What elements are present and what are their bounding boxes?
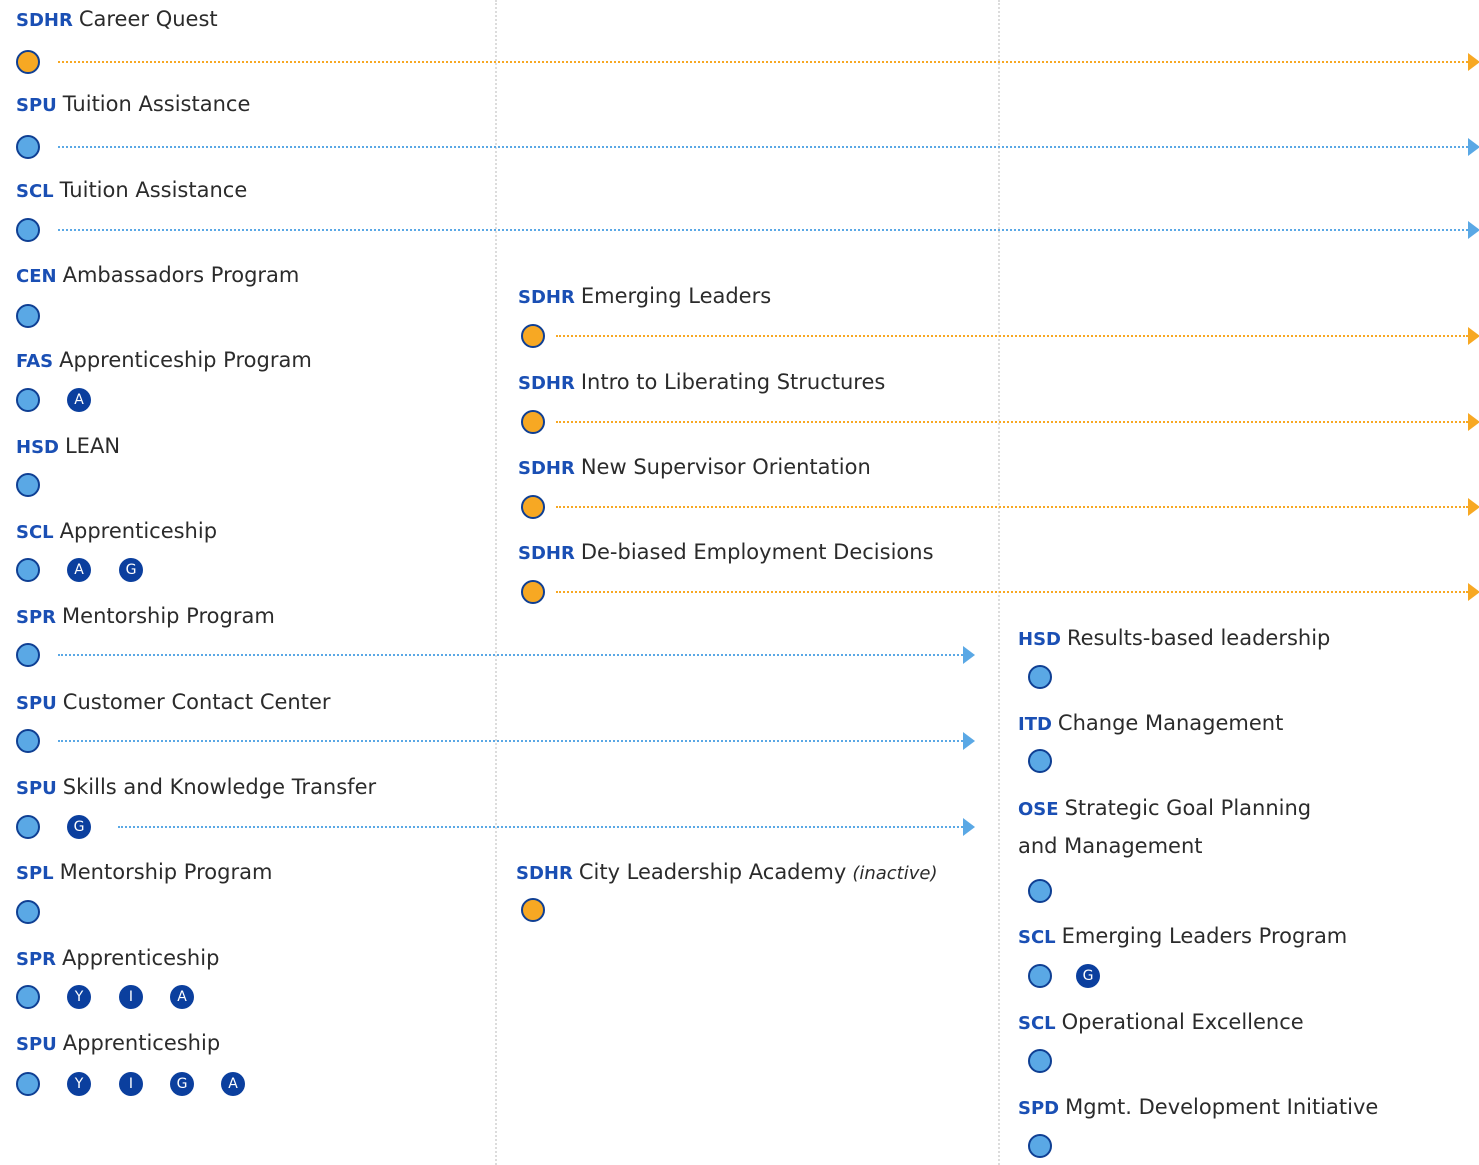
program-dot — [1028, 665, 1052, 689]
program-name: City Leadership Academy — [578, 860, 847, 884]
continuing-arrow — [118, 818, 975, 836]
dept-code: SPD — [1018, 1098, 1060, 1119]
dept-code: SPU — [16, 1034, 57, 1055]
program-name: Mgmt. Development Initiative — [1065, 1095, 1379, 1119]
program-dot — [1028, 879, 1052, 903]
program-name: Customer Contact Center — [62, 690, 331, 714]
program-name: De-biased Employment Decisions — [580, 540, 934, 564]
badge-icon: G — [170, 1072, 194, 1096]
program-name: Apprenticeship — [59, 519, 218, 543]
dept-code: SPR — [16, 949, 57, 970]
program-name: Mentorship Program — [62, 604, 275, 628]
continuing-arrow — [556, 327, 1479, 345]
badge-icon: I — [119, 1072, 143, 1096]
program-name: Apprenticeship — [62, 1031, 221, 1055]
dept-code: CEN — [16, 266, 57, 287]
badge-icon: Y — [67, 985, 91, 1009]
continuing-arrow — [556, 413, 1479, 431]
program-name: New Supervisor Orientation — [580, 455, 871, 479]
continuing-arrow — [58, 646, 975, 664]
program-name: Strategic Goal Planning — [1064, 796, 1312, 820]
dept-code: HSD — [16, 437, 59, 458]
program-dot — [16, 218, 40, 242]
program-name: Emerging Leaders — [580, 284, 772, 308]
dept-code: SDHR — [518, 373, 575, 394]
program-name: Career Quest — [78, 7, 218, 31]
program-name: Tuition Assistance — [59, 178, 248, 202]
program-dot — [16, 729, 40, 753]
program-dot — [16, 1072, 40, 1096]
dept-code: SCL — [1018, 1013, 1056, 1034]
dept-code: SPU — [16, 95, 57, 116]
dept-code: OSE — [1018, 799, 1059, 820]
program-name: Change Management — [1057, 711, 1284, 735]
program-dot — [1028, 1134, 1052, 1158]
continuing-arrow — [58, 732, 975, 750]
program-name: LEAN — [64, 434, 121, 458]
dept-code: SDHR — [516, 863, 573, 884]
program-dot — [16, 388, 40, 412]
dept-code: SDHR — [518, 287, 575, 308]
dept-code: SPU — [16, 778, 57, 799]
dept-code: HSD — [1018, 629, 1061, 650]
continuing-arrow — [58, 138, 1479, 156]
badge-icon: A — [170, 985, 194, 1009]
dept-code: SPR — [16, 607, 57, 628]
program-name: Results-based leadership — [1066, 626, 1331, 650]
badge-icon: A — [221, 1072, 245, 1096]
program-dot — [16, 50, 40, 74]
program-name: Emerging Leaders Program — [1061, 924, 1348, 948]
program-name: Tuition Assistance — [62, 92, 251, 116]
program-dot — [521, 495, 545, 519]
dept-code: SPU — [16, 693, 57, 714]
dept-code: SPL — [16, 863, 54, 884]
badge-icon: I — [119, 985, 143, 1009]
program-name: Apprenticeship Program — [59, 348, 312, 372]
dept-code: SCL — [1018, 927, 1056, 948]
program-dot — [16, 473, 40, 497]
program-dot — [1028, 964, 1052, 988]
dept-code: SDHR — [518, 458, 575, 479]
dept-code: SDHR — [518, 543, 575, 564]
program-name-line2: and Management — [1018, 834, 1203, 858]
dept-code: ITD — [1018, 714, 1052, 735]
program-dot — [16, 815, 40, 839]
inactive-note: (inactive) — [852, 863, 938, 884]
badge-icon: G — [1076, 964, 1100, 988]
program-name: Operational Excellence — [1061, 1010, 1304, 1034]
program-name: Mentorship Program — [59, 860, 273, 884]
continuing-arrow — [58, 221, 1479, 239]
badge-icon: G — [119, 558, 143, 582]
column-divider-2 — [998, 0, 1000, 1165]
program-dot — [521, 898, 545, 922]
program-dot — [16, 900, 40, 924]
program-name: Intro to Liberating Structures — [580, 370, 886, 394]
dept-code: FAS — [16, 351, 54, 372]
program-dot — [16, 304, 40, 328]
badge-icon: Y — [67, 1072, 91, 1096]
dept-code: SCL — [16, 522, 54, 543]
program-name: Apprenticeship — [62, 946, 220, 970]
continuing-arrow — [556, 498, 1479, 516]
program-dot — [521, 410, 545, 434]
dept-code: SDHR — [16, 10, 73, 31]
program-dot — [1028, 1049, 1052, 1073]
program-dot — [1028, 749, 1052, 773]
continuing-arrow — [556, 583, 1479, 601]
program-dot — [16, 985, 40, 1009]
program-name: Skills and Knowledge Transfer — [62, 775, 377, 799]
program-name: Ambassadors Program — [62, 263, 300, 287]
badge-icon: A — [67, 558, 91, 582]
program-dot — [521, 580, 545, 604]
program-dot — [16, 135, 40, 159]
program-dot — [16, 558, 40, 582]
column-divider-1 — [495, 0, 497, 1165]
dept-code: SCL — [16, 181, 54, 202]
program-dot — [521, 324, 545, 348]
badge-icon: G — [67, 815, 91, 839]
continuing-arrow — [58, 53, 1479, 71]
badge-icon: A — [67, 388, 91, 412]
program-dot — [16, 643, 40, 667]
